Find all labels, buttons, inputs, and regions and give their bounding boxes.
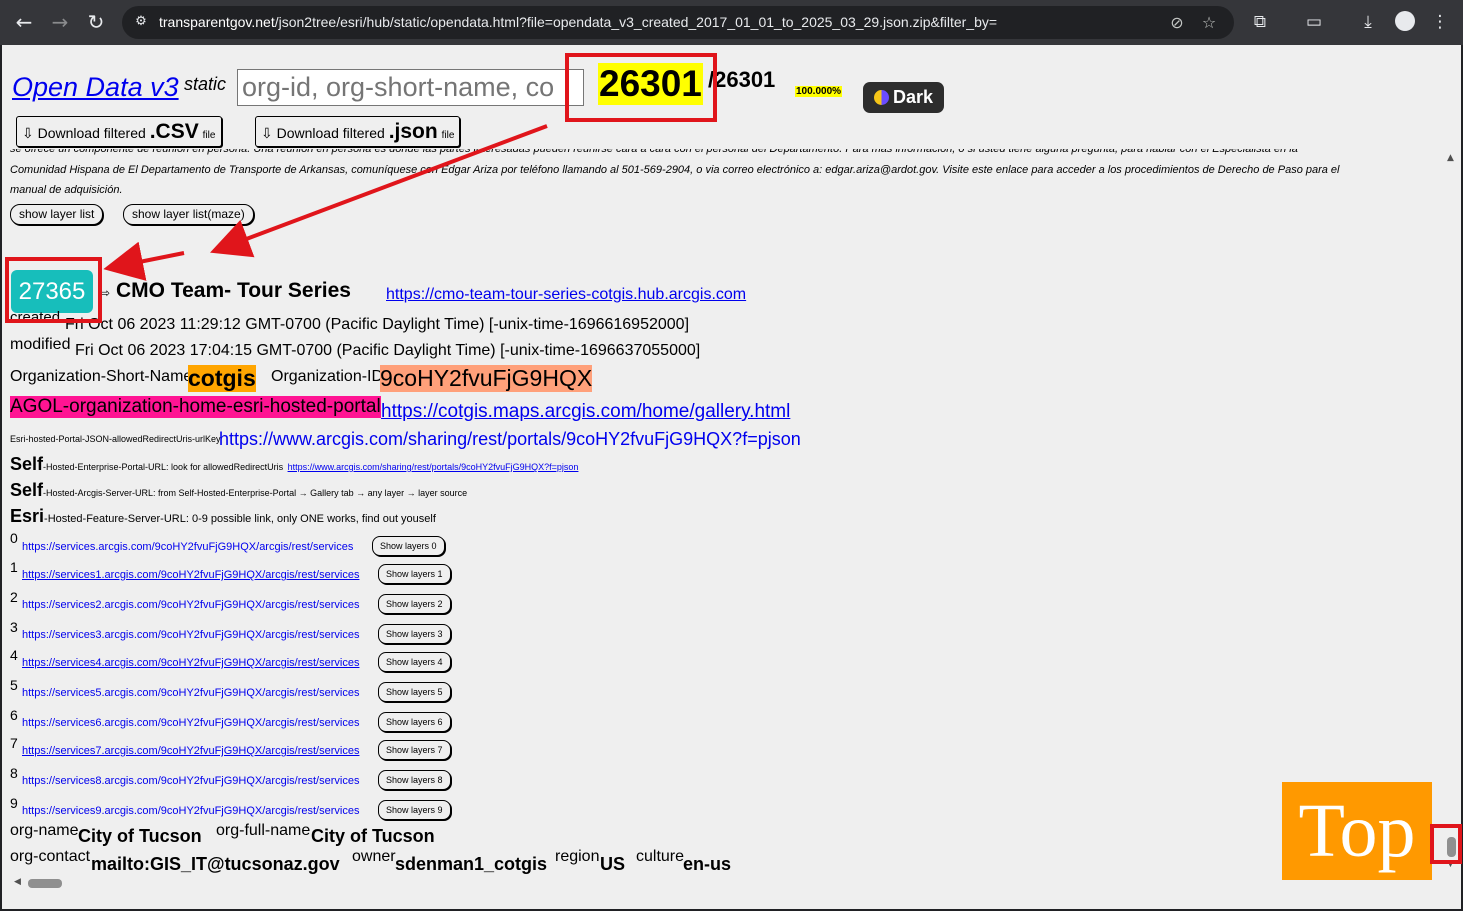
annotation-arrows (103, 124, 548, 281)
annotation-arrow (210, 124, 548, 258)
annotation-arrow (103, 241, 185, 281)
